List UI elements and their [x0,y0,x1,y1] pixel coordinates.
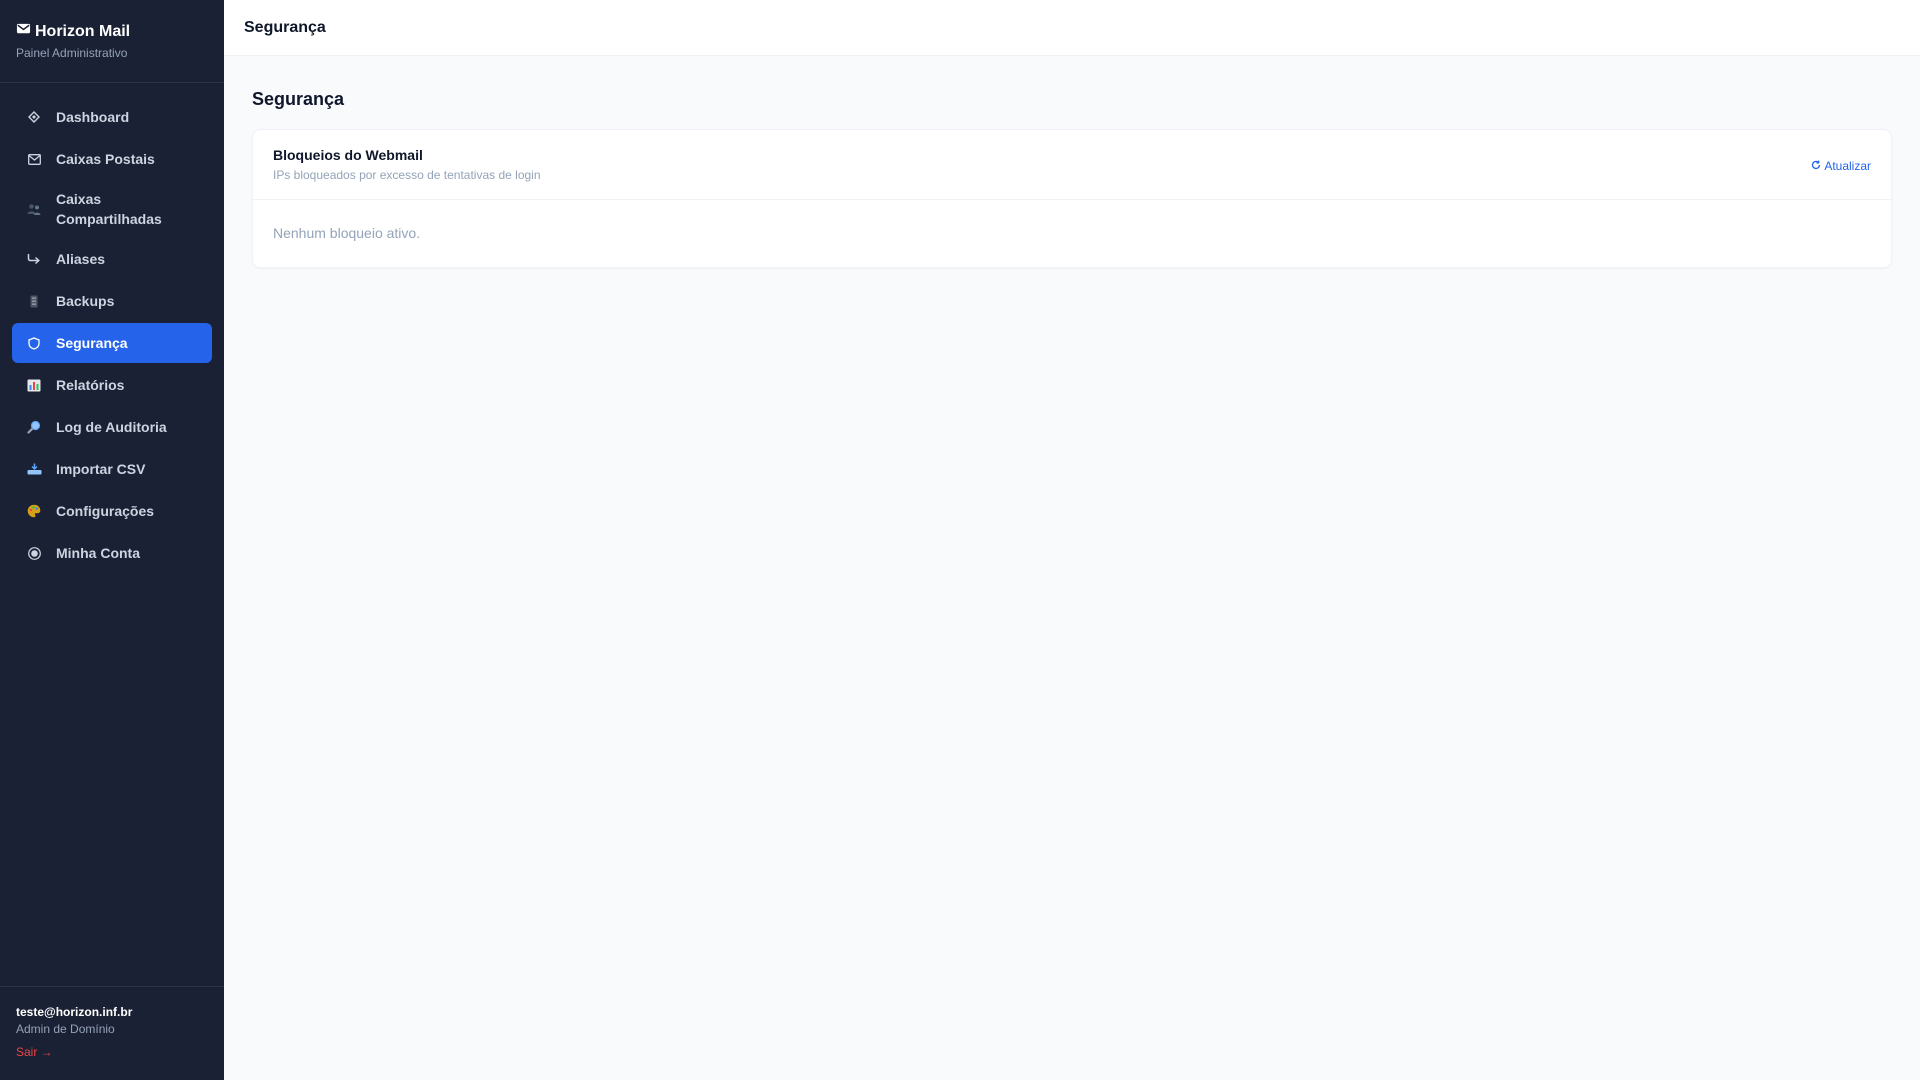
refresh-button[interactable]: Atualizar [1811,156,1871,176]
topbar: Segurança [224,0,1920,56]
user-panel: teste@horizon.inf.br Admin de Domínio Sa… [0,986,224,1080]
forward-arrow-icon [26,251,42,267]
sidebar-item-label: Backups [56,293,115,309]
palette-icon [26,503,42,519]
sidebar-nav: Dashboard Caixas Postais Caixas Comparti… [0,83,224,573]
card-title: Bloqueios do Webmail [273,147,423,163]
card-body: Nenhum bloqueio ativo. [253,200,1891,267]
sidebar-item-minha-conta[interactable]: Minha Conta [12,533,212,573]
sidebar-item-caixas-compartilhadas[interactable]: Caixas Compartilhadas [12,181,212,237]
sidebar-item-backups[interactable]: Backups [12,281,212,321]
sidebar-item-relatorios[interactable]: Relatórios [12,365,212,405]
card-header: Bloqueios do Webmail IPs bloqueados por … [253,130,1891,200]
user-role: Admin de Domínio [16,1022,115,1036]
sidebar-item-label: Caixas Postais [56,151,155,167]
shield-icon [26,335,42,351]
magnifier-icon [26,419,42,435]
storage-icon [26,293,42,309]
brand-name: Horizon Mail [35,22,131,40]
logout-link[interactable]: Sair → [16,1044,53,1060]
sidebar-item-label: Configurações [56,503,155,519]
sidebar-item-label: Minha Conta [56,545,140,561]
user-email: teste@horizon.inf.br [16,1005,133,1019]
users-icon [26,201,42,217]
envelope-icon [26,151,42,167]
inbox-tray-icon [26,461,42,477]
envelope-icon [16,21,31,42]
webmail-blocks-card: Bloqueios do Webmail IPs bloqueados por … [252,129,1892,268]
sidebar-item-label: Segurança [56,335,128,351]
refresh-label: Atualizar [1824,159,1871,173]
sidebar-item-log-de-auditoria[interactable]: Log de Auditoria [12,407,212,447]
sidebar-item-label: Dashboard [56,109,130,125]
card-heading: Bloqueios do Webmail IPs bloqueados por … [273,146,541,199]
sidebar-item-label: Caixas Compartilhadas [56,191,162,227]
card-subtitle: IPs bloqueados por excesso de tentativas… [273,168,541,182]
brand: Horizon Mail Painel Administrativo [0,0,224,83]
sidebar-item-label: Log de Auditoria [56,419,167,435]
sidebar-item-caixas-postais[interactable]: Caixas Postais [12,139,212,179]
sidebar-item-aliases[interactable]: Aliases [12,239,212,279]
brand-subtitle: Painel Administrativo [16,46,128,60]
sidebar-item-configuracoes[interactable]: Configurações [12,491,212,531]
sidebar-item-dashboard[interactable]: Dashboard [12,97,212,137]
empty-state-text: Nenhum bloqueio ativo. [273,225,421,241]
brand-title[interactable]: Horizon Mail [16,21,208,42]
sidebar-item-label: Relatórios [56,377,125,393]
sidebar-item-label: Importar CSV [56,461,146,477]
bar-chart-icon [26,377,42,393]
sidebar-item-seguranca[interactable]: Segurança [12,323,212,363]
page-title: Segurança [252,89,345,109]
topbar-title: Segurança [244,19,326,36]
sidebar-item-label: Aliases [56,251,106,267]
refresh-icon [1811,158,1821,174]
sidebar: Horizon Mail Painel Administrativo Dashb… [0,0,224,1080]
sidebar-item-importar-csv[interactable]: Importar CSV [12,449,212,489]
user-circle-icon [26,545,42,561]
main-content: Segurança Bloqueios do Webmail IPs bloqu… [224,57,1920,1080]
diamond-icon [26,109,42,125]
